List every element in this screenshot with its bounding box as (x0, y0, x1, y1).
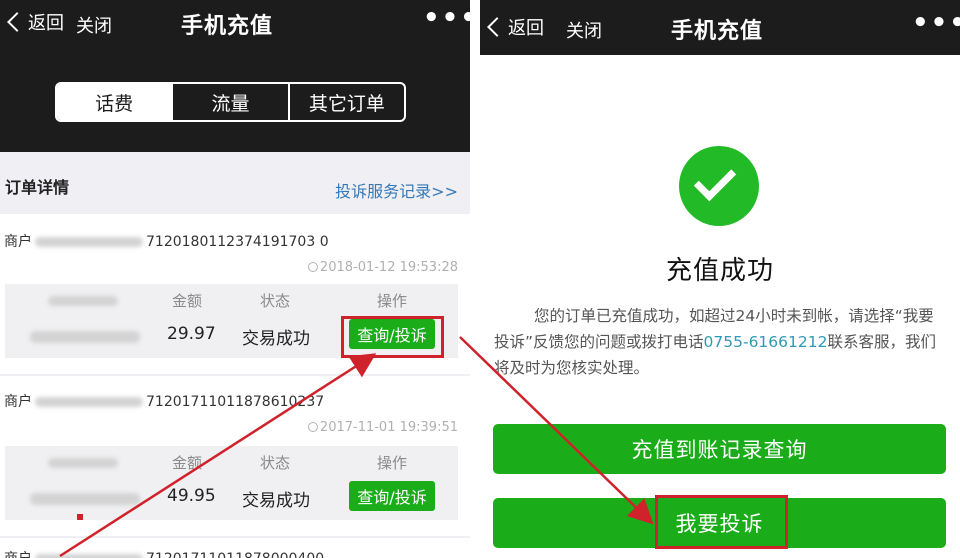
checkmark-circle-icon (679, 146, 759, 226)
chevron-left-icon (7, 12, 27, 32)
amount-header: 金额 (172, 292, 203, 310)
more-dots-icon[interactable]: ••• (423, 5, 470, 31)
merchant-order-number: 商户 71201711011878000400 (4, 548, 324, 558)
action-header: 操作 (377, 454, 408, 472)
status-header: 状态 (260, 454, 291, 472)
checkmark-icon (693, 158, 737, 202)
close-button[interactable]: 关闭 (566, 17, 602, 43)
redacted-phone (30, 493, 140, 505)
back-button[interactable]: 返回 (4, 9, 64, 35)
chevron-left-icon (487, 17, 507, 37)
right-screen: 返回 关闭 手机充值 ••• 充值成功 您的订单已充值成功，如超过24小时未到帐… (480, 0, 960, 558)
order-time: 2017-11-01 19:39:51 (307, 420, 458, 435)
back-button[interactable]: 返回 (484, 14, 544, 40)
section-header: 订单详情 投诉服务记录>> (0, 152, 470, 214)
order-number: 71201711011878610237 (146, 394, 325, 410)
order-table: 金额 状态 操作 49.95 交易成功 查询/投诉 (5, 446, 458, 520)
redacted-mark (35, 554, 143, 558)
query-complain-button[interactable]: 查询/投诉 (349, 481, 435, 511)
left-screen: 返回 关闭 手机充值 ••• 话费 流量 其它订单 订单详情 投诉服务记录>> … (0, 0, 470, 558)
action-header: 操作 (377, 292, 408, 310)
more-dots-icon[interactable]: ••• (912, 10, 960, 36)
order-number: 7120180112374191703 0 (146, 234, 329, 250)
right-navbar: 返回 关闭 手机充值 ••• (480, 0, 960, 55)
order-card: 商户 71201711011878000400 (0, 538, 470, 558)
back-label: 返回 (28, 13, 64, 34)
merchant-order-number: 商户 71201711011878610237 (4, 391, 324, 411)
order-amount: 29.97 (167, 324, 216, 344)
panel-divider (470, 0, 480, 558)
order-time-text: 2018-01-12 19:53:28 (319, 260, 458, 275)
phone-link[interactable]: 0755-61661212 (704, 333, 828, 351)
highlight-complain-button (655, 495, 788, 549)
page-title: 手机充值 (671, 19, 764, 44)
merchant-prefix: 商户 (4, 551, 32, 558)
page-title: 手机充值 (181, 14, 274, 39)
left-navbar: 返回 关闭 手机充值 ••• (0, 0, 470, 50)
tab-bar: 话费 流量 其它订单 (0, 50, 470, 152)
merchant-prefix: 商户 (4, 234, 32, 250)
order-status: 交易成功 (242, 329, 310, 349)
clock-icon (307, 262, 318, 272)
order-time-text: 2017-11-01 19:39:51 (319, 420, 458, 435)
order-number: 71201711011878000400 (146, 551, 324, 558)
stage: 返回 关闭 手机充值 ••• 话费 流量 其它订单 订单详情 投诉服务记录>> … (0, 0, 960, 558)
complaint-history-link[interactable]: 投诉服务记录>> (335, 178, 458, 202)
segmented-control: 话费 流量 其它订单 (55, 82, 406, 122)
status-header: 状态 (260, 292, 291, 310)
success-title: 充值成功 (665, 256, 774, 286)
tab-phone-fee[interactable]: 话费 (57, 84, 174, 120)
recharge-record-query-button[interactable]: 充值到账记录查询 (493, 424, 946, 474)
highlight-query-button (341, 316, 444, 358)
redacted-phone (30, 331, 140, 343)
back-label: 返回 (508, 18, 544, 39)
close-button[interactable]: 关闭 (76, 12, 112, 38)
redacted-header (48, 458, 118, 468)
section-title: 订单详情 (5, 178, 70, 197)
clock-icon (307, 422, 318, 432)
order-card: 商户 71201711011878610237 2017-11-01 19:39:… (0, 376, 470, 536)
order-amount: 49.95 (167, 486, 216, 506)
merchant-order-number: 商户 7120180112374191703 0 (4, 231, 329, 251)
tab-other-orders[interactable]: 其它订单 (290, 84, 404, 120)
success-description: 您的订单已充值成功，如超过24小时未到帐，请选择“我要投诉”反馈您的问题或拨打电… (494, 303, 946, 381)
tab-data[interactable]: 流量 (173, 84, 290, 120)
order-time: 2018-01-12 19:53:28 (307, 260, 458, 275)
redacted-mark (35, 237, 143, 247)
order-status: 交易成功 (242, 491, 310, 511)
amount-header: 金额 (172, 454, 203, 472)
redacted-header (48, 296, 118, 306)
merchant-prefix: 商户 (4, 394, 32, 410)
redacted-mark (35, 397, 143, 407)
